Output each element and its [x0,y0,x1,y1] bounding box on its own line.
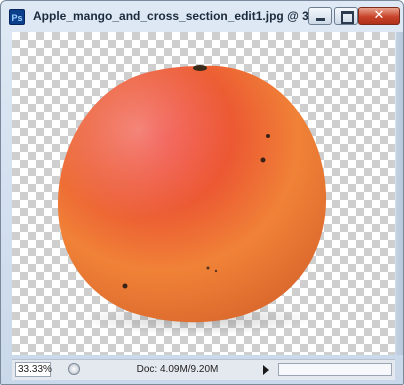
close-icon: ✕ [373,8,385,23]
mango-stem [193,65,207,71]
mango-spot [214,269,218,273]
triangle-right-icon[interactable] [263,365,269,375]
window-right-edge [396,32,403,355]
zoom-status-icon[interactable] [68,363,80,375]
document-size-info: Doc: 4.09M/9.20M [136,364,219,375]
maximize-button[interactable] [334,7,358,25]
image-canvas[interactable] [12,32,395,355]
maximize-icon [341,11,354,24]
window-title: Apple_mango_and_cross_section_edit1.jpg … [33,9,326,23]
mango-spot [266,134,270,138]
mango-highlight [57,65,327,323]
title-bar[interactable]: Ps Apple_mango_and_cross_section_edit1.j… [1,1,403,31]
ps-app-icon: Ps [9,9,25,25]
mango-image [57,65,327,335]
status-bar: 33.33% Doc: 4.09M/9.20M [12,359,395,380]
document-window: Ps Apple_mango_and_cross_section_edit1.j… [0,0,404,385]
zoom-level-field[interactable]: 33.33% [15,362,52,377]
horizontal-scrollbar[interactable] [278,363,392,376]
minimize-icon [316,18,325,21]
mango-spot [122,283,128,289]
mango-spot [260,157,266,163]
close-button[interactable]: ✕ [358,7,400,25]
minimize-button[interactable] [308,7,332,25]
mango-spot [206,266,210,270]
